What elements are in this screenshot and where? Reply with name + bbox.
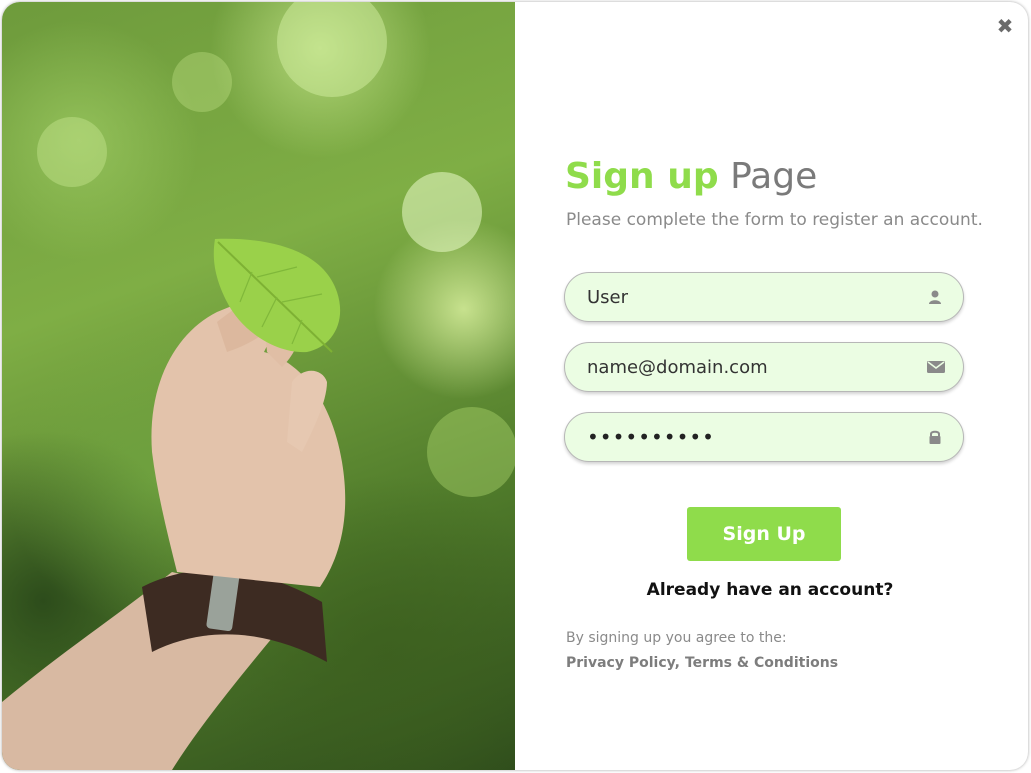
page-title: Sign up Page	[565, 154, 817, 200]
close-icon[interactable]: ✖	[995, 16, 1015, 36]
privacy-policy-link[interactable]: Privacy Policy	[566, 655, 675, 671]
terms-notice: By signing up you agree to the:	[566, 630, 787, 646]
username-input[interactable]	[587, 273, 917, 321]
hand-leaf-illustration	[2, 2, 515, 770]
hero-photo	[2, 2, 515, 770]
title-rest: Page	[730, 156, 818, 197]
password-field	[564, 412, 964, 462]
email-field	[564, 342, 964, 392]
legal-links: Privacy Policy, Terms & Conditions	[566, 655, 838, 671]
signup-modal: ✖ Sign up Page Please complete the form …	[2, 2, 1028, 770]
user-icon	[929, 290, 941, 304]
login-link[interactable]: Already have an account?	[564, 580, 976, 600]
sign-up-button[interactable]: Sign Up	[687, 507, 841, 561]
lock-icon	[929, 430, 941, 444]
email-input[interactable]	[587, 343, 917, 391]
legal-separator: ,	[674, 655, 680, 671]
page-subtitle: Please complete the form to register an …	[566, 210, 983, 230]
password-input[interactable]	[587, 413, 917, 461]
title-accent: Sign up	[565, 156, 719, 197]
terms-link[interactable]: Terms & Conditions	[685, 655, 838, 671]
envelope-icon	[927, 361, 945, 373]
username-field	[564, 272, 964, 322]
